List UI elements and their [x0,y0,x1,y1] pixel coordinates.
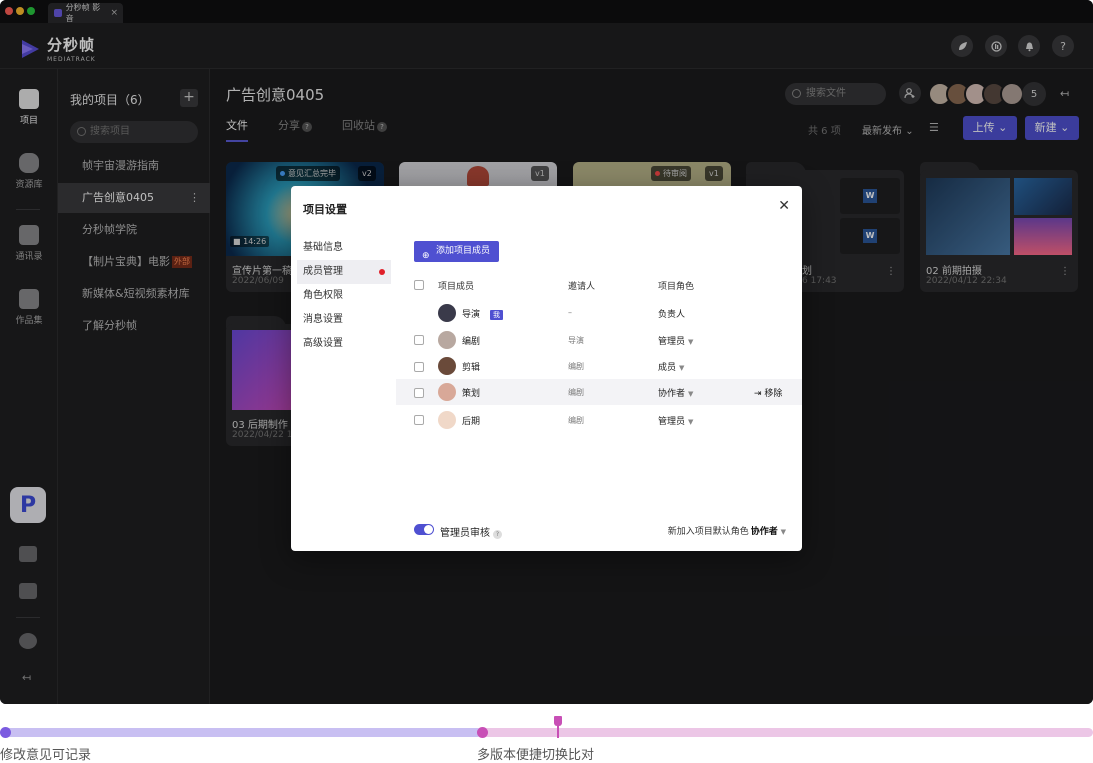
default-role-label: 新加入项目默认角色 [667,527,749,537]
member-inviter: 编剧 [568,362,584,371]
avatar [438,357,456,375]
timeline-point[interactable] [0,727,11,738]
caret-down-icon: ▼ [679,364,685,372]
add-member-label: 添加项目成员 [436,246,491,256]
feature-timeline: 修改意见可记录 多版本便捷切换比对 [0,704,1093,763]
add-user-icon: ⊕ [422,251,430,261]
nav-label: 消息设置 [303,314,343,325]
avatar [438,383,456,401]
timeline-segment [482,728,1093,737]
close-icon[interactable]: ✕ [778,198,790,214]
default-role-value: 协作者 [750,527,778,537]
settings-nav-basic[interactable]: 基础信息 [297,236,391,260]
select-all-checkbox[interactable] [414,280,424,290]
member-row[interactable]: 剪辑 编剧 成员 ▼ [396,353,802,379]
member-inviter: 编剧 [568,416,584,425]
role-label: 管理员 [658,337,686,347]
member-name: 编剧 [462,337,481,347]
remove-member-button[interactable]: ⇥ 移除 [754,386,782,399]
project-settings-dialog: 项目设置 ✕ 基础信息 成员管理 角色权限 消息设置 高级设置 ⊕ 添加项目成员… [291,186,802,551]
exit-icon: ⇥ [754,389,762,399]
role-label: 管理员 [658,417,686,427]
member-name-text: 导演 [462,310,481,320]
member-row[interactable]: 策划 编剧 协作者 ▼ ⇥ 移除 [396,379,802,405]
settings-nav-messages[interactable]: 消息设置 [297,308,391,332]
admin-review-text: 管理员审核 [440,528,490,539]
role-dropdown[interactable]: 管理员 ▼ [658,414,693,427]
role-dropdown[interactable]: 协作者 ▼ [658,386,693,399]
member-role: 负责人 [658,310,686,320]
nav-label: 基础信息 [303,242,343,253]
member-name: 导演我 [462,307,504,320]
me-badge: 我 [490,310,504,320]
role-dropdown[interactable]: 管理员 ▼ [658,334,693,347]
column-header-member: 项目成员 [438,282,475,292]
timeline-label: 多版本便捷切换比对 [477,748,595,763]
admin-review-label: 管理员审核? [440,524,502,539]
member-name: 策划 [462,389,481,399]
nav-label: 角色权限 [303,290,343,301]
avatar [438,331,456,349]
nav-label: 成员管理 [303,266,343,277]
member-row[interactable]: 后期 编剧 管理员 ▼ [396,407,802,433]
timeline-point[interactable] [477,727,488,738]
column-header-inviter: 邀请人 [568,282,596,292]
member-inviter: 导演 [568,336,584,345]
admin-review-toggle[interactable] [414,524,434,535]
settings-nav: 基础信息 成员管理 角色权限 消息设置 高级设置 [297,236,391,356]
dialog-title: 项目设置 [303,203,347,216]
member-inviter: – [568,308,572,317]
member-row[interactable]: 导演我 – 负责人 [396,300,802,326]
timeline-segment [4,728,482,737]
remove-label: 移除 [764,389,783,399]
column-header-role: 项目角色 [658,282,695,292]
caret-down-icon: ▼ [780,528,786,536]
member-name: 后期 [462,417,481,427]
settings-nav-members[interactable]: 成员管理 [297,260,391,284]
app-window: 分秒帧 影音 × 分秒帧 MEDIATRACK ? 项目 资源库 通讯录 作品集… [0,0,1093,704]
nav-label: 高级设置 [303,338,343,349]
default-role-dropdown[interactable]: 新加入项目默认角色 协作者 ▼ [668,524,786,537]
settings-nav-advanced[interactable]: 高级设置 [297,332,391,356]
help-icon: ? [493,530,502,539]
avatar [438,411,456,429]
member-name: 剪辑 [462,363,481,373]
caret-down-icon: ▼ [688,418,694,426]
notification-dot [379,269,385,275]
role-label: 成员 [658,363,677,373]
role-label: 协作者 [658,389,686,399]
member-inviter: 编剧 [568,388,584,397]
member-checkbox[interactable] [414,388,424,398]
caret-down-icon: ▼ [688,338,694,346]
caret-down-icon: ▼ [688,390,694,398]
settings-nav-roles[interactable]: 角色权限 [297,284,391,308]
member-row[interactable]: 编剧 导演 管理员 ▼ [396,327,802,353]
avatar [438,304,456,322]
add-member-button[interactable]: ⊕ 添加项目成员 [414,241,499,262]
role-dropdown[interactable]: 成员 ▼ [658,360,684,373]
timeline-label: 修改意见可记录 [0,748,92,763]
timeline-playhead-line [557,724,559,738]
